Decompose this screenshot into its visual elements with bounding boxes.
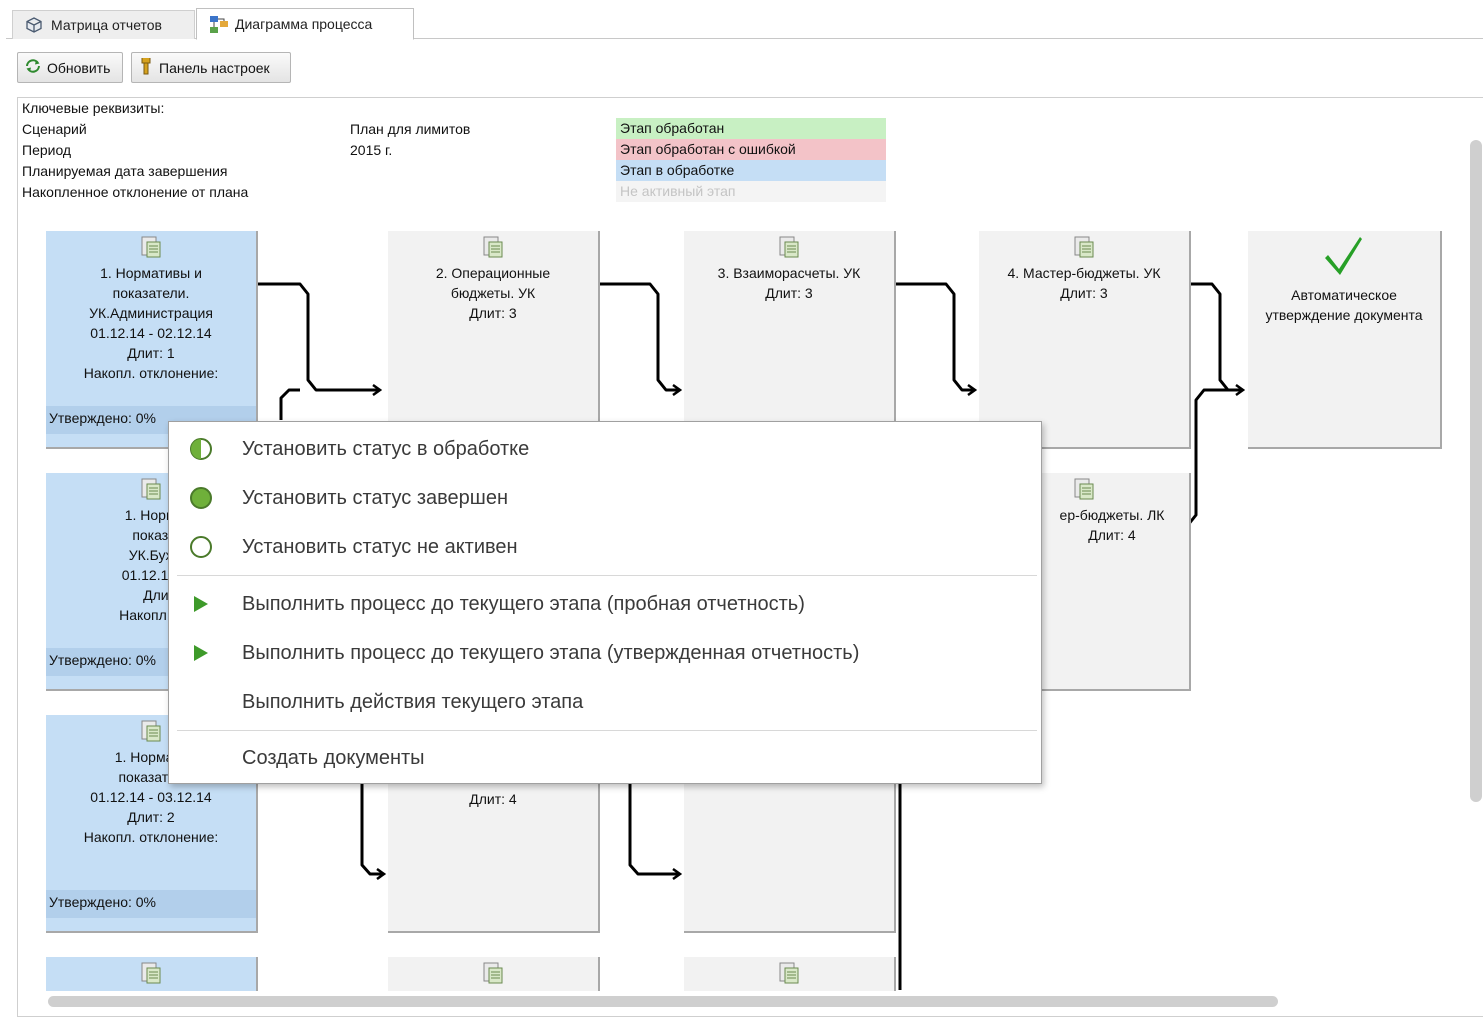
stage-doc-icon — [481, 235, 505, 259]
period-label: Период — [22, 142, 72, 158]
context-menu: Установить статус в обработке Установить… — [168, 421, 1042, 784]
refresh-button-label: Обновить — [47, 59, 111, 76]
play-icon — [188, 591, 214, 617]
legend-processed: Этап обработан — [616, 118, 886, 139]
menu-item-label: Выполнить процесс до текущего этапа (утв… — [242, 641, 860, 664]
empty-circle-status-icon — [188, 534, 214, 560]
tab-report-matrix[interactable]: Матрица отчетов — [12, 10, 195, 39]
stage-auto-approval[interactable]: Автоматическое утверждение документа — [1248, 231, 1442, 449]
stage-doc-icon — [777, 235, 801, 259]
stage-doc-icon — [481, 961, 505, 985]
key-attributes-heading: Ключевые реквизиты: — [22, 100, 165, 116]
refresh-icon — [24, 58, 42, 77]
stage-text: Длит: 4 — [469, 791, 517, 807]
stage-doc-icon — [139, 235, 163, 259]
tab-label: Матрица отчетов — [51, 17, 162, 33]
legend-inactive: Не активный этап — [616, 181, 886, 202]
menu-item-set-completed[interactable]: Установить статус завершен — [169, 476, 1041, 520]
wrench-icon — [138, 57, 154, 78]
stage-text: 2. Операционные бюджеты. УК Длит: 3 — [435, 265, 551, 321]
stage-text: ер-бюджеты. ЛК Длит: 4 — [1059, 507, 1165, 543]
stage-row4-col2[interactable] — [388, 957, 600, 991]
scenario-value: План для лимитов — [350, 121, 471, 137]
menu-item-label: Установить статус завершен — [242, 486, 509, 509]
stage-text: 3. Взаиморасчеты. УК Длит: 3 — [717, 265, 861, 301]
menu-separator — [177, 575, 1037, 576]
tab-label: Диаграмма процесса — [235, 16, 373, 32]
menu-item-run-approved[interactable]: Выполнить процесс до текущего этапа (утв… — [169, 631, 1041, 675]
menu-item-set-in-progress[interactable]: Установить статус в обработке — [169, 427, 1041, 471]
play-icon — [188, 640, 214, 666]
stage-doc-icon — [139, 477, 163, 501]
stage-2-operational-budgets[interactable]: 2. Операционные бюджеты. УК Длит: 3 — [388, 231, 600, 449]
checkmark-icon — [1322, 231, 1366, 277]
stage-row4-col3[interactable] — [684, 957, 896, 991]
menu-item-label: Установить статус в обработке — [242, 437, 530, 460]
green-circle-status-icon — [188, 485, 214, 511]
period-value: 2015 г. — [350, 142, 393, 158]
stage-approved-label: Утверждено: 0% — [46, 890, 256, 918]
settings-panel-button-label: Панель настроек — [159, 59, 270, 76]
stage-row4-col1[interactable] — [46, 957, 258, 991]
menu-item-label: Установить статус не активен — [242, 535, 518, 558]
menu-item-label: Выполнить действия текущего этапа — [242, 690, 584, 713]
cube-icon — [25, 16, 43, 34]
menu-item-create-documents[interactable]: Создать документы — [169, 736, 1041, 780]
stage-doc-icon — [777, 961, 801, 985]
legend-processed-with-error: Этап обработан с ошибкой — [616, 139, 886, 160]
process-diagram-window: { "tabs": [ {"label": "Матрица отчетов",… — [0, 0, 1483, 1027]
stage-text: 4. Мастер-бюджеты. УК Длит: 3 — [1007, 265, 1161, 301]
stage-doc-icon — [1072, 235, 1096, 259]
menu-item-label: Выполнить процесс до текущего этапа (про… — [242, 592, 805, 615]
stage-1-norms-administration[interactable]: 1. Нормативы и показатели. УК.Администра… — [46, 231, 258, 449]
process-diagram-icon — [209, 15, 228, 33]
horizontal-scrollbar[interactable] — [48, 996, 1278, 1007]
menu-separator — [177, 730, 1037, 731]
scenario-label: Сценарий — [22, 121, 87, 137]
menu-item-label: Создать документы — [242, 746, 425, 769]
planned-end-date-label: Планируемая дата завершения — [22, 163, 228, 179]
stage-doc-icon — [139, 719, 163, 743]
stage-text: 1. Нормативы и показатели. УК.Администра… — [83, 265, 219, 381]
accumulated-deviation-label: Накопленное отклонение от плана — [22, 184, 249, 200]
stage-doc-icon — [139, 961, 163, 985]
stage-doc-icon — [1072, 477, 1096, 501]
stage-3-settlements[interactable]: 3. Взаиморасчеты. УК Длит: 3 — [684, 231, 896, 449]
stage-4-master-budgets-uk[interactable]: 4. Мастер-бюджеты. УК Длит: 3 — [979, 231, 1191, 449]
stage-text: Автоматическое утверждение документа — [1265, 287, 1423, 323]
menu-item-run-stage-actions[interactable]: Выполнить действия текущего этапа — [169, 680, 1041, 724]
menu-item-run-trial[interactable]: Выполнить процесс до текущего этапа (про… — [169, 582, 1041, 626]
refresh-button[interactable]: Обновить — [17, 52, 123, 83]
tab-process-diagram[interactable]: Диаграмма процесса — [196, 8, 414, 40]
settings-panel-button[interactable]: Панель настроек — [131, 52, 291, 83]
menu-item-set-inactive[interactable]: Установить статус не активен — [169, 525, 1041, 569]
half-circle-status-icon — [188, 436, 214, 462]
legend-in-progress: Этап в обработке — [616, 160, 886, 181]
vertical-scrollbar[interactable] — [1470, 140, 1482, 802]
